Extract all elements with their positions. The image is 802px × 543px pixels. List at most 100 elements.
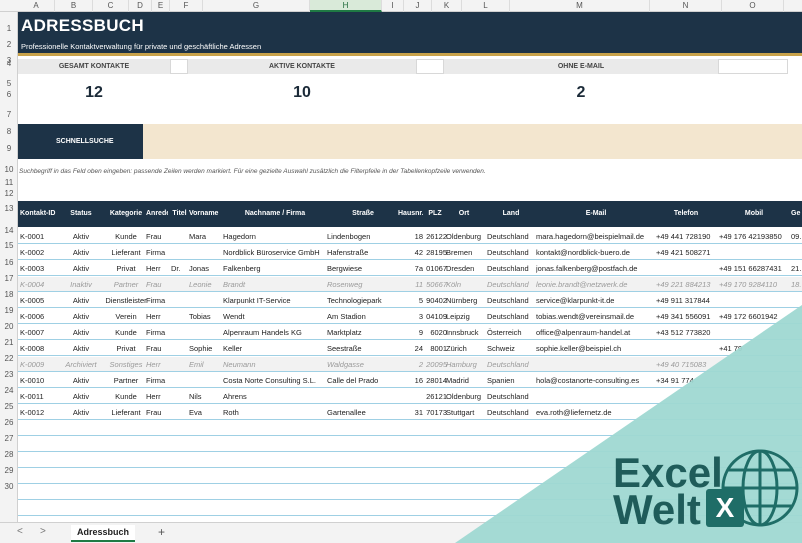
table-cell[interactable]: Wendt	[223, 309, 327, 324]
kpi-spacer-cell[interactable]	[170, 59, 188, 74]
table-cell[interactable]	[171, 341, 188, 356]
row-header-23[interactable]: 23	[0, 370, 18, 379]
table-cell[interactable]: Bremen	[446, 245, 482, 260]
table-cell[interactable]: 31	[398, 405, 423, 420]
column-heading[interactable]: E-Mail	[536, 201, 656, 227]
table-cell[interactable]: Zürich	[446, 341, 482, 356]
table-cell[interactable]	[719, 293, 789, 308]
table-cell[interactable]: K-0005	[20, 293, 60, 308]
table-cell[interactable]: Nordblick Büroservice GmbH	[223, 245, 327, 260]
row-header-4[interactable]: 4	[0, 59, 18, 68]
column-heading[interactable]: Anrede	[146, 201, 168, 227]
table-cell[interactable]: +49 221 884213	[656, 277, 716, 292]
table-cell[interactable]: Dresden	[446, 261, 482, 276]
table-cell[interactable]: Firma	[146, 293, 168, 308]
table-cell[interactable]: hola@costanorte-consulting.es	[536, 373, 656, 388]
table-cell[interactable]: Deutschland	[487, 229, 535, 244]
table-cell[interactable]: Deutschland	[487, 309, 535, 324]
table-cell[interactable]: Frau	[146, 405, 168, 420]
table-cell[interactable]	[719, 405, 789, 420]
table-cell[interactable]: Deutschland	[487, 293, 535, 308]
table-cell[interactable]: 28195	[423, 245, 447, 260]
table-cell[interactable]: eva.roth@liefernetz.de	[536, 405, 656, 420]
sheet-tab-adressbuch[interactable]: Adressbuch	[71, 525, 136, 542]
table-cell[interactable]	[171, 293, 188, 308]
row-header-8[interactable]: 8	[0, 127, 18, 136]
row-header-22[interactable]: 22	[0, 354, 18, 363]
row-header-19[interactable]: 19	[0, 306, 18, 315]
table-cell[interactable]: Firma	[146, 373, 168, 388]
table-cell[interactable]: +49 170 9284110	[719, 277, 789, 292]
row-header-20[interactable]: 20	[0, 322, 18, 331]
table-cell[interactable]: Firma	[146, 245, 168, 260]
table-cell[interactable]: Mara	[189, 229, 222, 244]
table-cell[interactable]: Hagedorn	[223, 229, 327, 244]
table-cell[interactable]: service@klarpunkt-it.de	[536, 293, 656, 308]
table-cell[interactable]: Alpenraum Handels KG	[223, 325, 327, 340]
table-cell[interactable]: jonas.falkenberg@postfach.de	[536, 261, 656, 276]
table-cell[interactable]	[719, 325, 789, 340]
table-cell[interactable]: mara.hagedorn@beispielmail.de	[536, 229, 656, 244]
column-header-g[interactable]: G	[203, 0, 310, 12]
table-cell[interactable]: Rosenweg	[327, 277, 399, 292]
row-header-5[interactable]: 5	[0, 79, 18, 88]
table-cell[interactable]: 18	[398, 229, 423, 244]
table-cell[interactable]: K-0012	[20, 405, 60, 420]
table-cell[interactable]: 04109	[423, 309, 447, 324]
column-heading[interactable]: PLZ	[423, 201, 447, 227]
row-header-14[interactable]: 14	[0, 226, 18, 235]
column-heading[interactable]: Status	[63, 201, 99, 227]
table-cell[interactable]: +43 512 773820	[656, 325, 716, 340]
table-cell[interactable]: Klarpunkt IT-Service	[223, 293, 327, 308]
table-cell[interactable]: 42	[398, 245, 423, 260]
table-cell[interactable]: tobias.wendt@vereinsmail.de	[536, 309, 656, 324]
table-cell[interactable]: K-0004	[20, 277, 60, 292]
table-cell[interactable]	[791, 309, 802, 324]
row-header-7[interactable]: 7	[0, 110, 18, 119]
column-heading[interactable]: Titel	[171, 201, 188, 227]
chevron-right-icon[interactable]: >	[40, 526, 46, 537]
table-cell[interactable]	[171, 309, 188, 324]
table-cell[interactable]: Brandt	[223, 277, 327, 292]
table-cell[interactable]: 26121	[423, 389, 447, 404]
table-cell[interactable]: sophie.keller@beispiel.ch	[536, 341, 656, 356]
table-cell[interactable]	[171, 325, 188, 340]
row-header-27[interactable]: 27	[0, 434, 18, 443]
table-cell[interactable]: Ahrens	[223, 389, 327, 404]
table-cell[interactable]: Lieferant	[104, 405, 148, 420]
column-heading[interactable]: Land	[487, 201, 535, 227]
table-cell[interactable]: K-0010	[20, 373, 60, 388]
table-cell[interactable]: 18.	[791, 277, 802, 292]
table-cell[interactable]: Aktiv	[63, 389, 99, 404]
table-cell[interactable]: 11	[398, 277, 423, 292]
table-cell[interactable]	[171, 373, 188, 388]
table-cell[interactable]: Hamburg	[446, 357, 482, 372]
table-cell[interactable]: Dr.	[171, 261, 188, 276]
table-cell[interactable]	[398, 389, 423, 404]
table-cell[interactable]: K-0007	[20, 325, 60, 340]
row-header-30[interactable]: 30	[0, 482, 18, 491]
table-cell[interactable]	[719, 389, 789, 404]
table-cell[interactable]: +49 911 317844	[656, 293, 716, 308]
table-cell[interactable]: office@alpenraum-handel.at	[536, 325, 656, 340]
table-cell[interactable]: 3	[398, 309, 423, 324]
row-header-28[interactable]: 28	[0, 450, 18, 459]
table-cell[interactable]: Herr	[146, 357, 168, 372]
column-heading[interactable]: Telefon	[656, 201, 716, 227]
row-header-1[interactable]: 1	[0, 24, 18, 33]
column-header-h[interactable]: H	[310, 0, 382, 12]
table-cell[interactable]: Am Stadion	[327, 309, 399, 324]
table-cell[interactable]: kontakt@nordblick-buero.de	[536, 245, 656, 260]
table-cell[interactable]: Falkenberg	[223, 261, 327, 276]
table-cell[interactable]: Privat	[104, 341, 148, 356]
table-cell[interactable]	[791, 357, 802, 372]
table-cell[interactable]	[656, 261, 716, 276]
column-header-l[interactable]: L	[462, 0, 510, 12]
table-cell[interactable]: Aktiv	[63, 373, 99, 388]
column-header-k[interactable]: K	[432, 0, 462, 12]
table-cell[interactable]: Oldenburg	[446, 229, 482, 244]
row-header-11[interactable]: 11	[0, 178, 18, 187]
kpi-spacer-cell[interactable]	[718, 59, 788, 74]
table-cell[interactable]: Eva	[189, 405, 222, 420]
table-cell[interactable]: K-0011	[20, 389, 60, 404]
